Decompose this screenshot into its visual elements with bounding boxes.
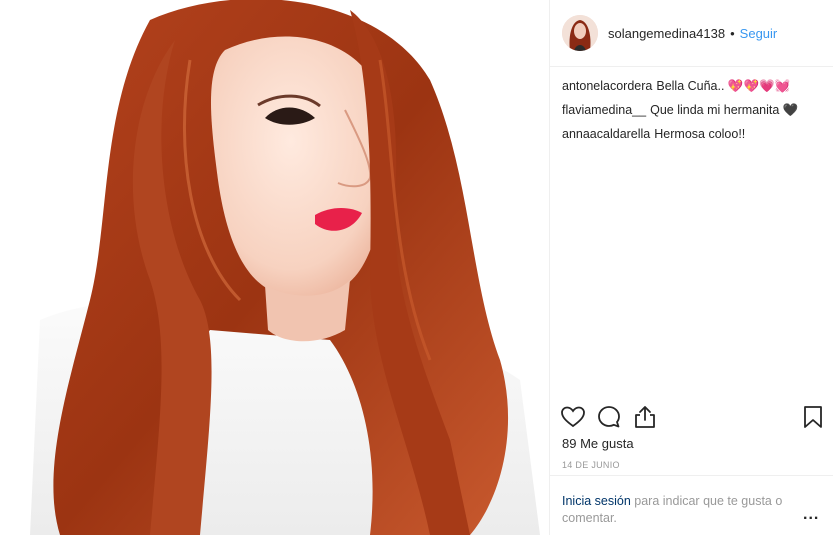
comment-username[interactable]: flaviamedina__	[562, 103, 646, 117]
follow-button[interactable]: Seguir	[740, 26, 778, 41]
share-upload-icon[interactable]	[632, 404, 658, 430]
post-side-panel: solangemedina4138 • Seguir antonelacorde…	[549, 0, 833, 535]
post-actions-bar	[550, 396, 833, 440]
speech-bubble-icon[interactable]	[596, 404, 622, 430]
header-separator: •	[730, 25, 735, 41]
comment-username[interactable]: annaacaldarella	[562, 127, 650, 141]
more-options-icon[interactable]: ...	[803, 506, 819, 524]
post-photo[interactable]	[0, 0, 549, 535]
post-date: 14 DE JUNIO	[562, 460, 620, 470]
post-header: solangemedina4138 • Seguir	[550, 0, 833, 67]
login-prompt: Inicia sesión para indicar que te gusta …	[562, 493, 798, 527]
post-footer: Inicia sesión para indicar que te gusta …	[550, 475, 833, 535]
comment-text: Que linda mi hermanita 🖤	[650, 103, 799, 117]
bookmark-icon[interactable]	[800, 404, 826, 430]
comment-text: Hermosa coloo!!	[654, 127, 746, 141]
heart-outline-icon[interactable]	[560, 404, 586, 430]
comment-item: flaviamedina__ Que linda mi hermanita 🖤	[562, 102, 824, 118]
login-link[interactable]: Inicia sesión	[562, 494, 631, 508]
avatar[interactable]	[562, 15, 598, 51]
portrait-image	[0, 0, 549, 535]
comments-list: antonelacordera Bella Cuña.. 💖💖💗💓 flaviam…	[562, 78, 824, 150]
comment-username[interactable]: antonelacordera	[562, 79, 652, 93]
likes-count[interactable]: 89 Me gusta	[562, 436, 634, 451]
comment-item: annaacaldarella Hermosa coloo!!	[562, 126, 824, 142]
comment-text: Bella Cuña.. 💖💖💗💓	[656, 79, 791, 93]
comment-item: antonelacordera Bella Cuña.. 💖💖💗💓	[562, 78, 824, 94]
post-author-username[interactable]: solangemedina4138	[608, 26, 725, 41]
